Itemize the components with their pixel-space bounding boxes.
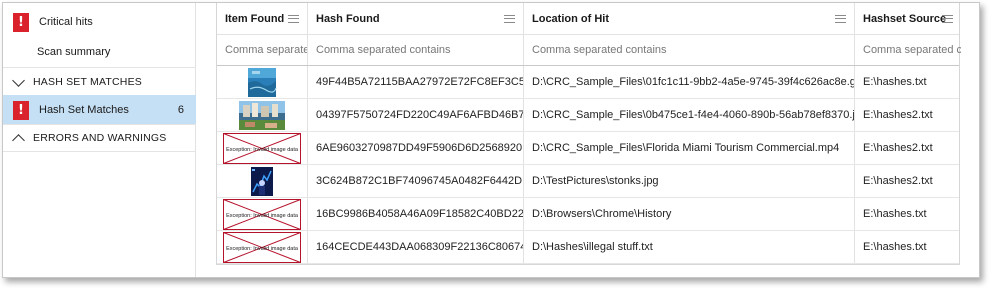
table-row[interactable]: Exception: Invalid image data 6AE9603270… bbox=[217, 132, 959, 165]
column-header-item-found[interactable]: Item Found bbox=[217, 3, 308, 34]
source-cell: E:\hashes.txt bbox=[863, 76, 927, 88]
sidebar-item-label: Scan summary bbox=[37, 46, 111, 58]
source-cell: E:\hashes2.txt bbox=[863, 175, 933, 187]
alert-icon: ! bbox=[13, 100, 29, 120]
sidebar-group-errors-and-warnings[interactable]: ERRORS AND WARNINGS bbox=[3, 124, 196, 152]
column-header-label: Hashset Source bbox=[863, 12, 947, 25]
thumbnail-error-text: Exception: Invalid image data bbox=[226, 246, 299, 252]
thumbnail-image[interactable] bbox=[223, 166, 301, 197]
sidebar-item-scan-summary[interactable]: Scan summary bbox=[3, 39, 196, 65]
thumbnail-error[interactable]: Exception: Invalid image data bbox=[223, 133, 301, 164]
column-header-hashset-source[interactable]: Hashset Source bbox=[855, 3, 961, 34]
table-row[interactable]: 3C624B872C1BF74096745A0482F6442D D:\Test… bbox=[217, 165, 959, 198]
location-cell: D:\TestPictures\stonks.jpg bbox=[524, 165, 855, 197]
column-menu-icon[interactable] bbox=[288, 15, 299, 23]
column-menu-icon[interactable] bbox=[942, 15, 953, 23]
filter-input-hashset-source[interactable] bbox=[855, 35, 961, 65]
alert-icon: ! bbox=[13, 12, 29, 32]
thumbnail-error[interactable]: Exception: Invalid image data bbox=[223, 199, 301, 230]
location-cell: D:\CRC_Sample_Files\0b475ce1-f4e4-4060-8… bbox=[524, 99, 855, 131]
grid-filter-row bbox=[217, 35, 961, 66]
table-row[interactable]: Exception: Invalid image data 16BC9986B4… bbox=[217, 198, 959, 231]
sidebar-group-label: ERRORS AND WARNINGS bbox=[33, 132, 167, 144]
hash-cell: 3C624B872C1BF74096745A0482F6442D bbox=[308, 165, 524, 197]
chevron-down-icon[interactable] bbox=[12, 76, 24, 88]
sidebar-item-label: Hash Set Matches bbox=[39, 104, 129, 116]
hash-cell: 6AE9603270987DD49F5906D6D2568920 bbox=[308, 132, 524, 164]
thumbnail-image[interactable] bbox=[223, 100, 301, 131]
source-cell: E:\hashes.txt bbox=[863, 208, 927, 220]
sidebar-item-label: Critical hits bbox=[39, 16, 93, 28]
table-row[interactable]: Exception: Invalid image data 164CECDE44… bbox=[217, 231, 959, 264]
filter-input-location-of-hit[interactable] bbox=[524, 35, 854, 65]
item-found-cell: Exception: Invalid image data bbox=[217, 132, 308, 164]
column-menu-icon[interactable] bbox=[835, 15, 846, 23]
item-found-cell bbox=[217, 99, 308, 131]
hash-cell: 49F44B5A72115BAA27972E72FC8EF3C5 bbox=[308, 66, 524, 98]
hash-cell: 16BC9986B4058A46A09F18582C40BD22 bbox=[308, 198, 524, 230]
sidebar: ! Critical hits Scan summary HASH SET MA… bbox=[3, 3, 196, 277]
column-header-location-of-hit[interactable]: Location of Hit bbox=[524, 3, 855, 34]
column-menu-icon[interactable] bbox=[504, 15, 515, 23]
item-found-cell bbox=[217, 66, 308, 98]
source-cell: E:\hashes2.txt bbox=[863, 109, 933, 121]
source-cell: E:\hashes2.txt bbox=[863, 142, 933, 154]
location-cell: D:\Browsers\Chrome\History bbox=[524, 198, 855, 230]
table-row[interactable]: 04397F5750724FD220C49AF6AFBD46B7 D:\CRC_… bbox=[217, 99, 959, 132]
hash-cell: 04397F5750724FD220C49AF6AFBD46B7 bbox=[308, 99, 524, 131]
location-cell: D:\CRC_Sample_Files\01fc1c11-9bb2-4a5e-9… bbox=[524, 66, 855, 98]
app-window: ! Critical hits Scan summary HASH SET MA… bbox=[2, 2, 980, 278]
item-found-cell bbox=[217, 165, 308, 197]
column-header-label: Item Found bbox=[225, 12, 285, 25]
count-badge: 6 bbox=[177, 104, 184, 116]
thumbnail-image[interactable] bbox=[223, 67, 301, 98]
chevron-up-icon[interactable] bbox=[12, 132, 24, 144]
location-cell: D:\Hashes\illegal stuff.txt bbox=[524, 231, 855, 263]
table-row[interactable]: 49F44B5A72115BAA27972E72FC8EF3C5 D:\CRC_… bbox=[217, 66, 959, 99]
item-found-cell: Exception: Invalid image data bbox=[217, 231, 308, 263]
filter-input-hash-found[interactable] bbox=[308, 35, 523, 65]
thumbnail-error-text: Exception: Invalid image data bbox=[226, 147, 299, 153]
sidebar-group-hash-set-matches[interactable]: HASH SET MATCHES bbox=[3, 67, 196, 95]
location-cell: D:\CRC_Sample_Files\Florida Miami Touris… bbox=[524, 132, 855, 164]
sidebar-item-hash-set-matches[interactable]: ! Hash Set Matches 6 bbox=[3, 95, 196, 125]
column-header-hash-found[interactable]: Hash Found bbox=[308, 3, 524, 34]
sidebar-group-label: HASH SET MATCHES bbox=[33, 75, 142, 88]
source-cell: E:\hashes.txt bbox=[863, 241, 927, 253]
thumbnail-error[interactable]: Exception: Invalid image data bbox=[223, 232, 301, 263]
item-found-cell: Exception: Invalid image data bbox=[217, 198, 308, 230]
thumbnail-error-text: Exception: Invalid image data bbox=[226, 213, 299, 219]
sidebar-item-critical-hits[interactable]: ! Critical hits bbox=[3, 9, 196, 35]
filter-input-item-found[interactable] bbox=[217, 35, 307, 65]
column-header-label: Hash Found bbox=[316, 12, 380, 25]
grid-header-row: Item Found Hash Found Location of Hit Ha… bbox=[217, 3, 959, 35]
hash-cell: 164CECDE443DAA068309F22136C80674 bbox=[308, 231, 524, 263]
results-grid: Item Found Hash Found Location of Hit Ha… bbox=[216, 3, 961, 265]
column-header-label: Location of Hit bbox=[532, 12, 609, 25]
